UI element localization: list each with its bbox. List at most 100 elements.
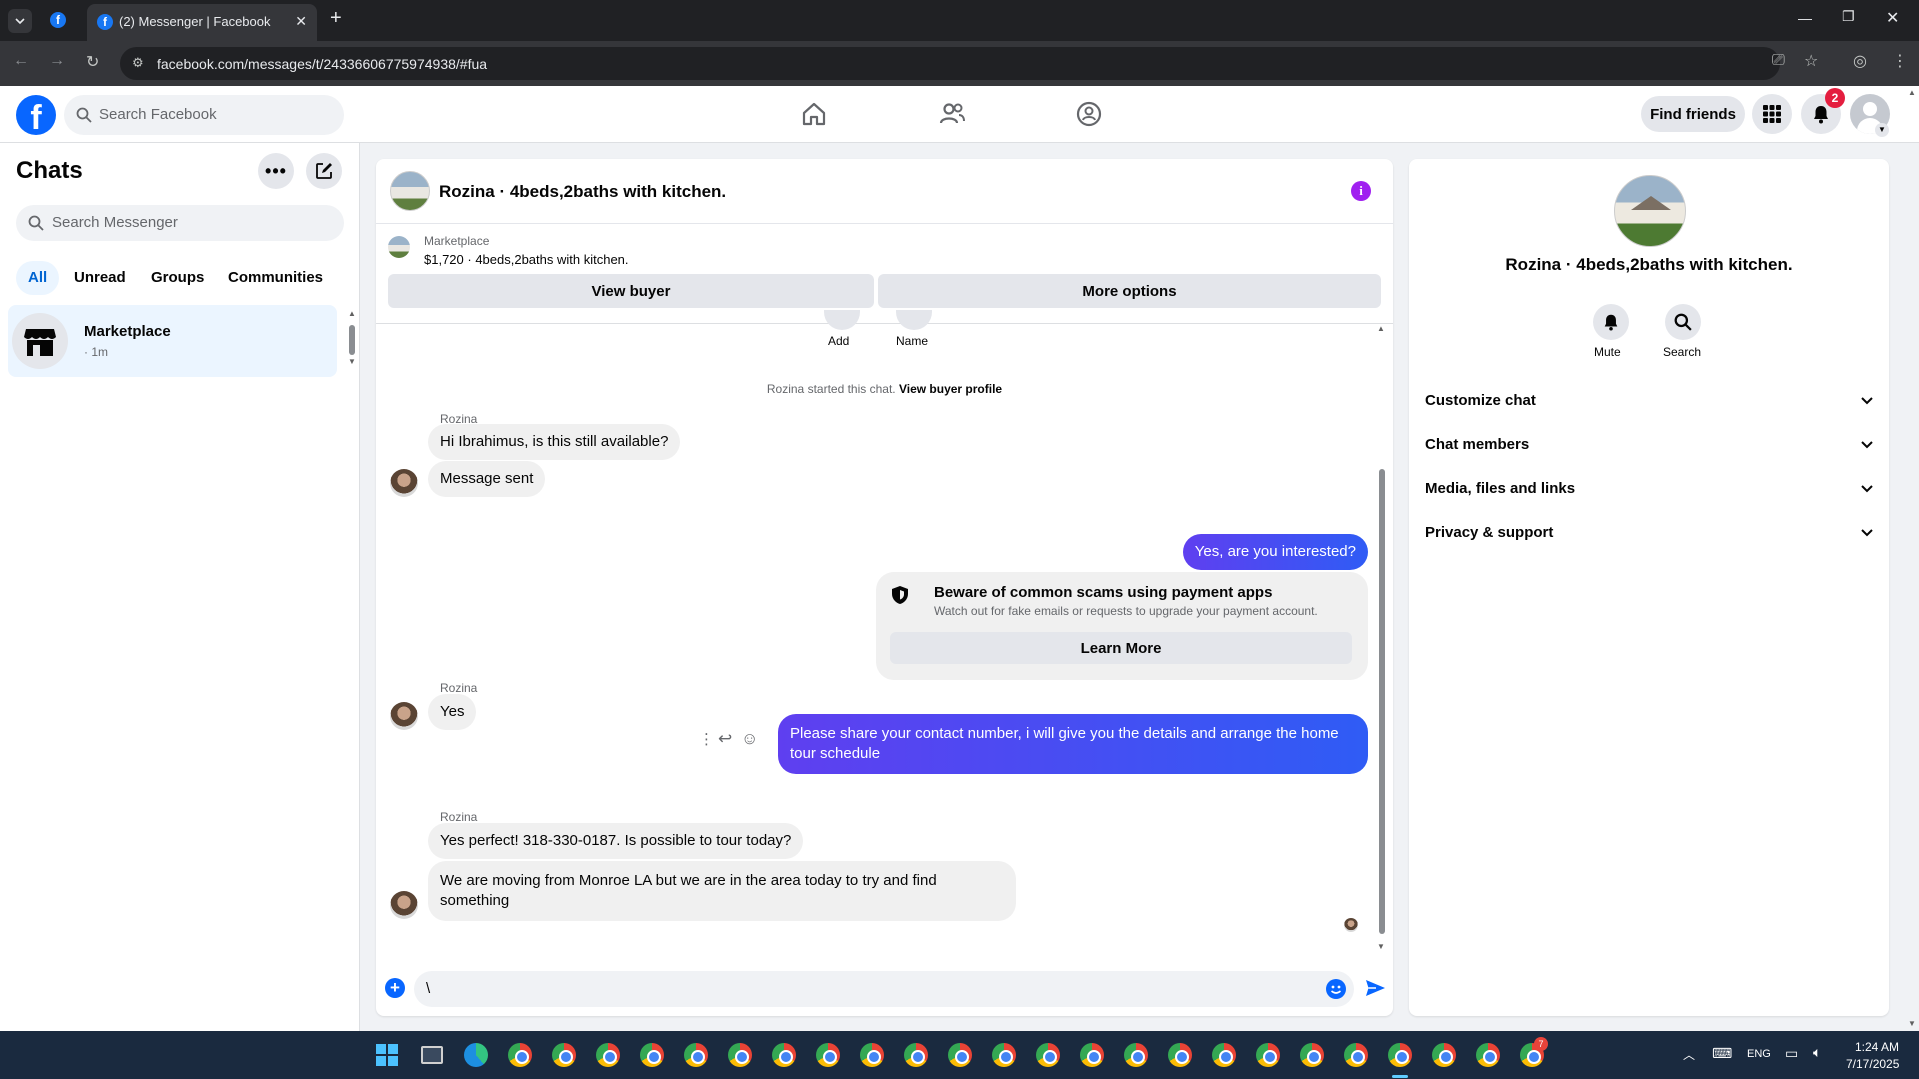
reload-icon[interactable]: ↻	[86, 52, 99, 72]
name-action-circle[interactable]	[896, 310, 932, 330]
pinned-tab-facebook[interactable]: f	[50, 12, 66, 28]
filter-all[interactable]: All	[16, 261, 60, 295]
volume-icon[interactable]: 🔈︎	[1813, 1044, 1821, 1061]
chrome-taskbar-icon[interactable]	[860, 1043, 884, 1067]
chrome-taskbar-icon[interactable]	[1388, 1043, 1412, 1078]
minimize-icon[interactable]: —	[1798, 10, 1812, 26]
profile-icon[interactable]: ◎	[1853, 51, 1867, 71]
info-icon[interactable]: i	[1351, 181, 1371, 201]
incoming-message[interactable]: Yes perfect! 318-330-0187. Is possible t…	[428, 823, 804, 859]
tray-chevron-up-icon[interactable]: ︿	[1683, 1046, 1695, 1063]
chrome-taskbar-icon[interactable]	[1300, 1043, 1324, 1067]
chrome-taskbar-icon[interactable]	[1168, 1043, 1192, 1067]
kebab-menu-icon[interactable]: ⋮	[1892, 51, 1908, 71]
chrome-taskbar-icon[interactable]	[1432, 1043, 1456, 1067]
message-input[interactable]: \	[414, 971, 1354, 1007]
scroll-up-icon[interactable]: ▲	[348, 309, 356, 318]
rozina-avatar[interactable]	[390, 469, 418, 497]
network-icon[interactable]: ▭	[1785, 1045, 1798, 1062]
tab-search-button[interactable]	[8, 9, 32, 33]
close-window-icon[interactable]: ✕	[1886, 8, 1899, 28]
forward-icon[interactable]: →	[49, 52, 65, 70]
send-icon[interactable]	[1364, 977, 1386, 999]
new-tab-icon[interactable]: +	[330, 7, 342, 30]
new-message-button[interactable]	[306, 153, 342, 189]
media-files-links-row[interactable]: Media, files and links	[1425, 471, 1873, 507]
nav-friends[interactable]	[938, 100, 966, 128]
nav-home[interactable]	[800, 100, 828, 128]
chat-members-row[interactable]: Chat members	[1425, 427, 1873, 463]
reply-icon[interactable]: ↩	[718, 729, 732, 749]
menu-button[interactable]	[1752, 94, 1792, 134]
windows-start-icon[interactable]	[376, 1044, 398, 1066]
chrome-taskbar-icon[interactable]	[684, 1043, 708, 1067]
site-info-icon[interactable]: ⚙	[132, 55, 144, 71]
rozina-avatar[interactable]	[390, 891, 418, 919]
page-scroll-down-icon[interactable]: ▼	[1908, 1019, 1916, 1028]
thread-scrollbar[interactable]: ▲ ▼	[1377, 324, 1387, 954]
chrome-taskbar-icon[interactable]: 7	[1520, 1037, 1548, 1067]
incoming-message[interactable]: We are moving from Monroe LA but we are …	[428, 861, 1016, 921]
facebook-logo-icon[interactable]: f	[16, 95, 56, 135]
back-icon[interactable]: ←	[13, 52, 29, 70]
chat-options-button[interactable]: •••	[258, 153, 294, 189]
chrome-taskbar-icon[interactable]	[728, 1043, 752, 1067]
chrome-taskbar-icon[interactable]	[552, 1043, 576, 1067]
incoming-message[interactable]: Hi Ibrahimus, is this still available?	[428, 424, 681, 460]
tab-messenger[interactable]: f (2) Messenger | Facebook ✕	[87, 4, 317, 41]
account-chevron-icon[interactable]: ▼	[1875, 123, 1889, 137]
view-buyer-profile-link[interactable]: View buyer profile	[899, 382, 1002, 396]
notifications-button[interactable]: 2	[1801, 88, 1845, 134]
chrome-taskbar-icon[interactable]	[904, 1043, 928, 1067]
chrome-taskbar-icon[interactable]	[772, 1043, 796, 1067]
chrome-taskbar-icon[interactable]	[1476, 1043, 1500, 1067]
chrome-taskbar-icon[interactable]	[1080, 1043, 1104, 1067]
clock-date[interactable]: 7/17/2025	[1846, 1057, 1899, 1071]
facebook-search-input[interactable]: Search Facebook	[64, 95, 344, 135]
chat-item-marketplace[interactable]: Marketplace · 1m	[8, 305, 337, 377]
chrome-taskbar-icon[interactable]	[508, 1043, 532, 1067]
chrome-taskbar-icon[interactable]	[1036, 1043, 1060, 1067]
outgoing-message[interactable]: Please share your contact number, i will…	[778, 714, 1368, 774]
task-view-icon[interactable]	[421, 1046, 443, 1064]
rozina-avatar[interactable]	[390, 702, 418, 730]
search-conversation-button[interactable]	[1665, 304, 1701, 340]
mute-button[interactable]	[1593, 304, 1629, 340]
add-action-circle[interactable]	[824, 310, 860, 330]
chat-list-scrollbar[interactable]: ▲ ▼	[348, 309, 356, 367]
chrome-taskbar-icon[interactable]	[992, 1043, 1016, 1067]
emoji-icon[interactable]	[1326, 979, 1346, 999]
chrome-taskbar-icon[interactable]	[1344, 1043, 1368, 1067]
chrome-taskbar-icon[interactable]	[1256, 1043, 1280, 1067]
plus-icon[interactable]: +	[385, 978, 405, 998]
clock-time[interactable]: 1:24 AM	[1855, 1040, 1899, 1054]
react-smiley-icon[interactable]: ☺	[741, 729, 758, 749]
chrome-taskbar-icon[interactable]	[1124, 1043, 1148, 1067]
nav-groups[interactable]	[1075, 100, 1103, 128]
privacy-support-row[interactable]: Privacy & support	[1425, 515, 1873, 551]
incoming-message[interactable]: Message sent	[428, 461, 546, 497]
bookmark-star-icon[interactable]: ☆	[1804, 51, 1818, 71]
chrome-taskbar-icon[interactable]	[948, 1043, 972, 1067]
language-indicator[interactable]: ENG	[1747, 1048, 1771, 1060]
more-vertical-icon[interactable]: ⋮	[699, 730, 714, 748]
more-options-button[interactable]: More options	[878, 274, 1381, 308]
address-bar[interactable]: ⚙ facebook.com/messages/t/24336606775974…	[120, 47, 1780, 80]
outgoing-message[interactable]: Yes, are you interested?	[1182, 534, 1368, 570]
conversation-title[interactable]: Rozina · 4beds,2baths with kitchen.	[439, 182, 726, 202]
page-scroll-up-icon[interactable]: ▲	[1908, 88, 1916, 97]
filter-unread[interactable]: Unread	[62, 261, 138, 295]
learn-more-button[interactable]: Learn More	[890, 632, 1352, 664]
view-buyer-button[interactable]: View buyer	[388, 274, 874, 308]
scroll-down-icon[interactable]: ▼	[1377, 942, 1385, 951]
chrome-taskbar-icon[interactable]	[596, 1043, 620, 1067]
filter-groups[interactable]: Groups	[139, 261, 216, 295]
close-tab-icon[interactable]: ✕	[295, 13, 307, 30]
listing-avatar[interactable]	[390, 171, 430, 211]
scroll-up-icon[interactable]: ▲	[1377, 324, 1385, 333]
cast-icon[interactable]: ⎚	[1772, 52, 1785, 70]
edge-browser-icon[interactable]	[464, 1043, 488, 1067]
incoming-message[interactable]: Yes	[428, 694, 477, 730]
restore-icon[interactable]: ❐	[1842, 8, 1855, 25]
keyboard-icon[interactable]: ⌨	[1712, 1045, 1732, 1062]
